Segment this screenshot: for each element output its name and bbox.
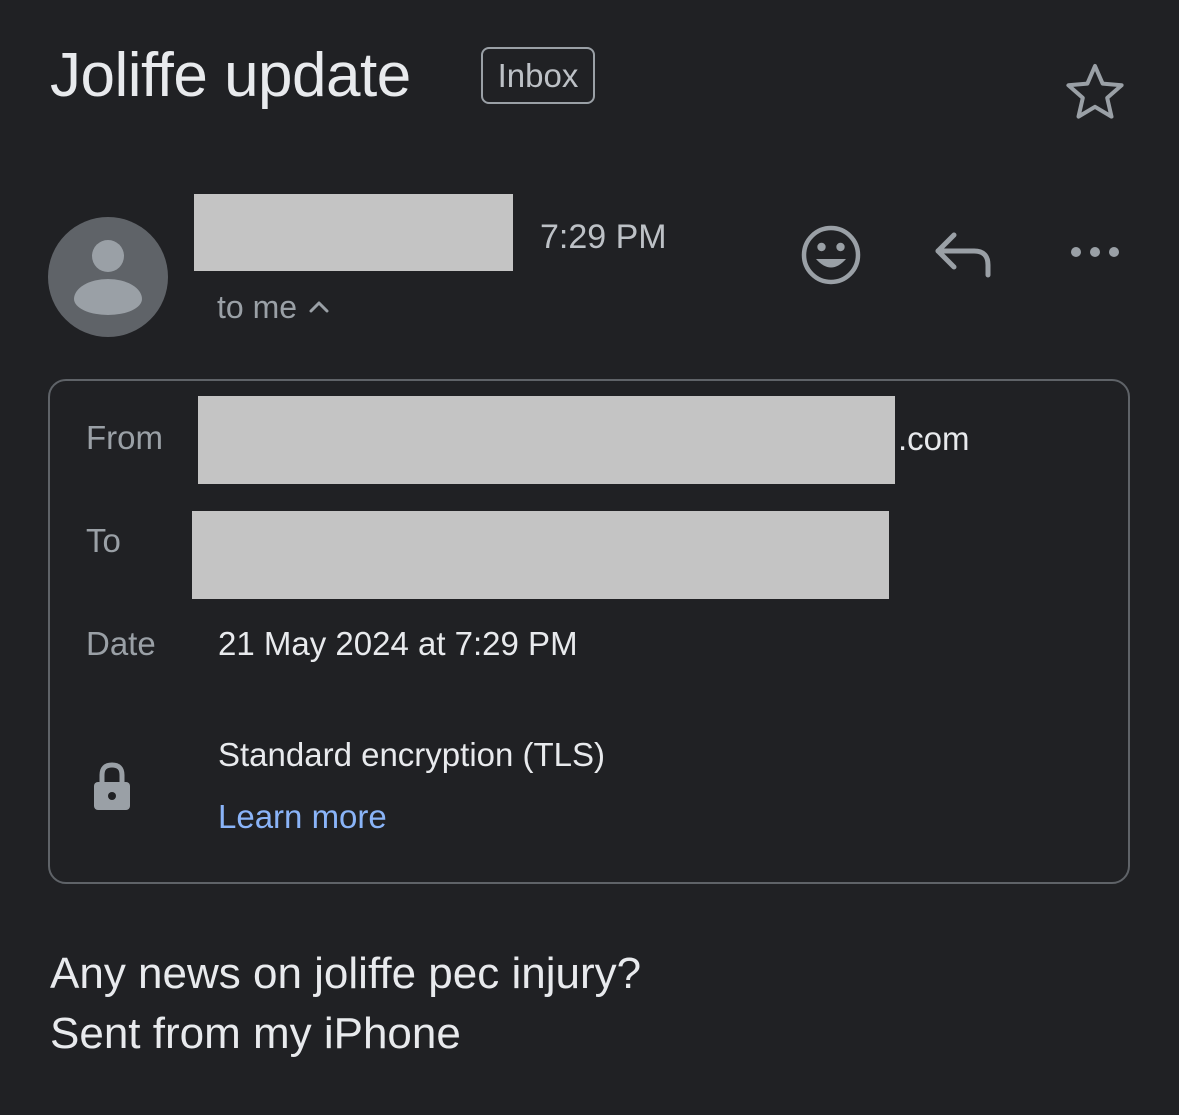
email-view: Joliffe update Inbox 7:29 PM to me From … [0, 0, 1179, 1115]
emoji-reaction-icon[interactable] [798, 222, 864, 288]
email-subject: Joliffe update [50, 41, 411, 110]
avatar-head-shape [92, 240, 124, 272]
redacted-to-address [192, 511, 889, 599]
recipient-summary: to me [217, 289, 298, 325]
message-details-card: From .com To Date 21 May 2024 at 7:29 PM… [48, 379, 1130, 884]
redacted-from-address [198, 396, 895, 484]
star-icon[interactable] [1063, 60, 1127, 124]
inbox-label-badge[interactable]: Inbox [481, 47, 595, 104]
email-signature: Sent from my iPhone [50, 1009, 461, 1058]
encryption-status: Standard encryption (TLS) [218, 736, 606, 773]
email-body: Any news on joliffe pec injury? Sent fro… [50, 944, 641, 1064]
email-time: 7:29 PM [540, 218, 667, 256]
redacted-sender-name [194, 194, 513, 271]
date-value: 21 May 2024 at 7:29 PM [218, 625, 578, 662]
reply-icon[interactable] [930, 225, 996, 281]
date-label: Date [86, 625, 156, 662]
from-label: From [86, 419, 163, 456]
chevron-up-icon [309, 301, 329, 313]
sender-avatar[interactable] [48, 217, 168, 337]
lock-icon [94, 762, 130, 810]
from-address-suffix: .com [898, 420, 970, 457]
recipient-toggle[interactable]: to me [217, 287, 331, 327]
more-options-icon[interactable] [1066, 234, 1126, 270]
to-label: To [86, 522, 121, 559]
email-body-line: Any news on joliffe pec injury? [50, 949, 642, 998]
learn-more-link[interactable]: Learn more [218, 797, 387, 837]
avatar-body-shape [74, 279, 142, 315]
